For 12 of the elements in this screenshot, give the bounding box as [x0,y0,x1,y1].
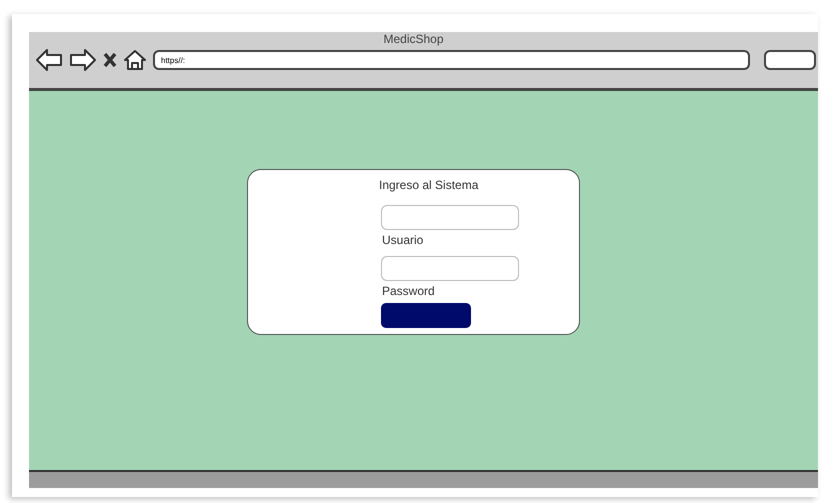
back-icon[interactable] [35,48,63,72]
toolbar-button[interactable] [764,50,816,70]
input-field[interactable] [381,256,519,281]
window-title: MedicShop [383,32,444,46]
address-field[interactable]: https//: [153,50,750,70]
field-label: Password [382,283,435,299]
close-icon[interactable] [103,52,117,68]
forward-icon[interactable] [69,48,97,72]
field-label: Usuario [382,232,424,248]
input-field[interactable] [381,205,519,230]
form-title: Ingreso al Sistema [379,177,478,193]
home-icon[interactable] [123,49,147,71]
